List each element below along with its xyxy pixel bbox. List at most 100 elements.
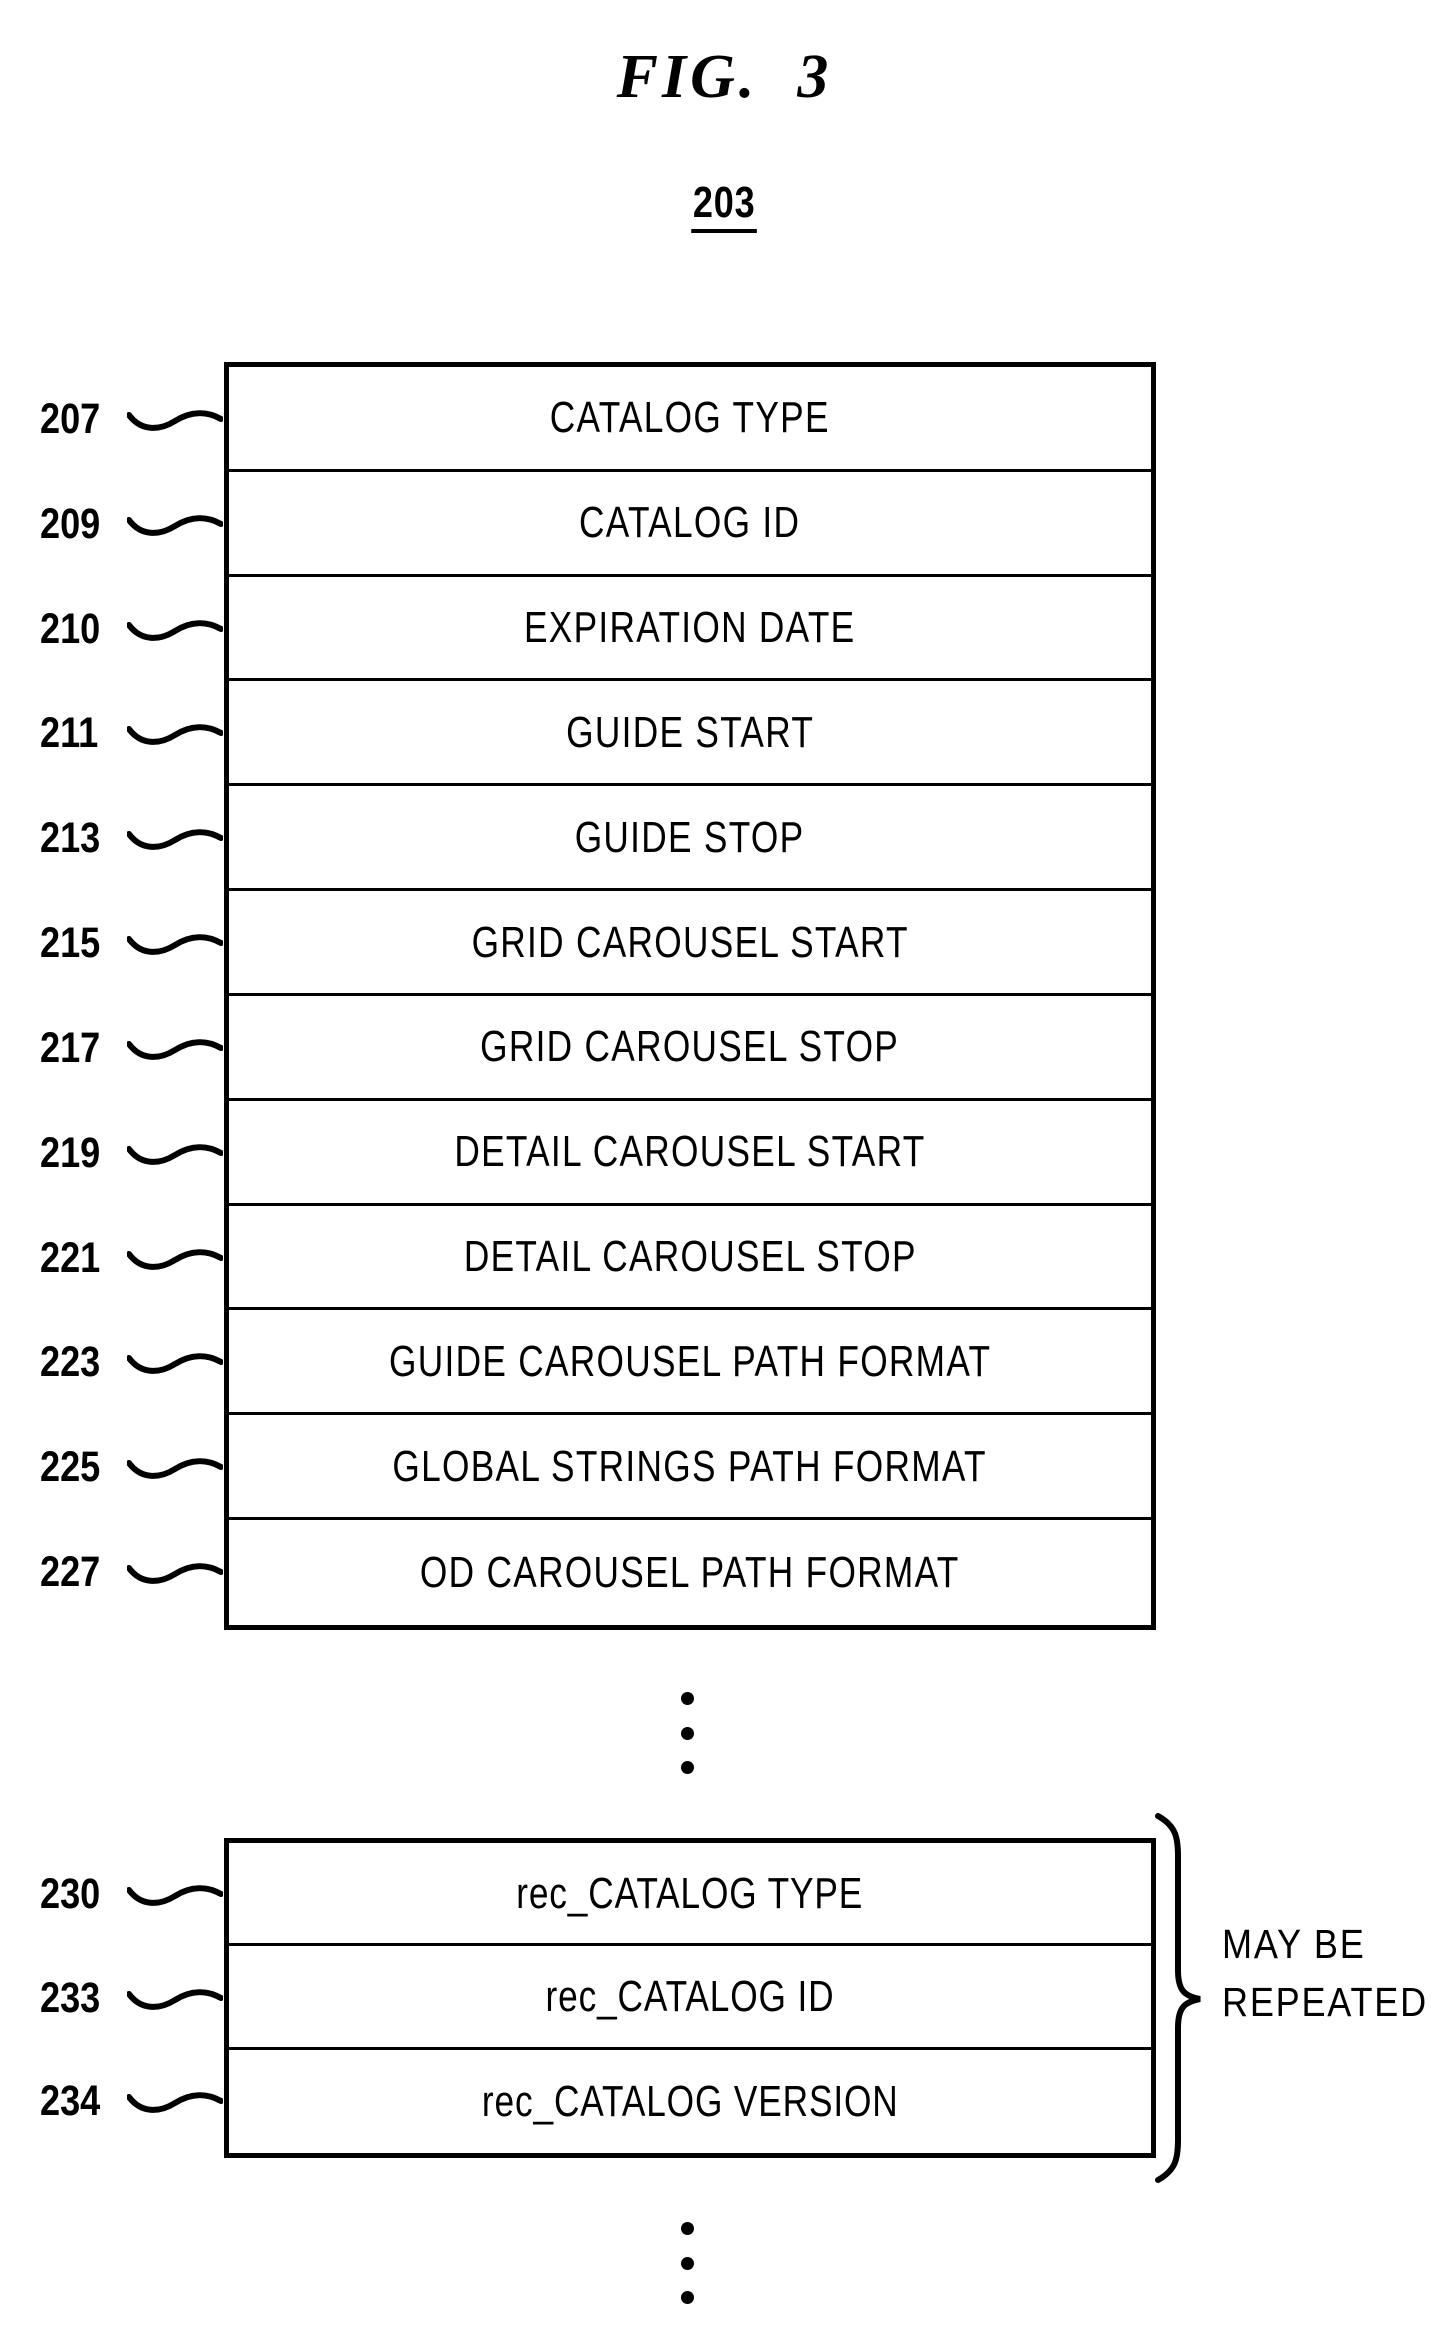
row-label: rec_CATALOG TYPE (516, 1868, 864, 1918)
leader-line-icon (126, 1039, 224, 1060)
reference-number: 209 (40, 499, 101, 548)
reference-number: 230 (40, 1870, 101, 1919)
reference-number: 213 (40, 814, 101, 863)
table-row: GUIDE STOP (229, 786, 1151, 892)
leader-line (126, 2079, 224, 2124)
row-label: GUIDE STOP (575, 812, 805, 862)
table-row: rec_CATALOG TYPE (229, 1843, 1151, 1947)
leader-line (126, 1340, 224, 1385)
row-label: GRID CAROUSEL START (471, 917, 909, 966)
leader-line-icon (126, 1988, 224, 2010)
ellipsis-dot (680, 2222, 694, 2235)
reference-callout: 211 (40, 704, 230, 764)
reference-callout: 210 (40, 599, 230, 659)
repeat-annotation-line-2: REPEATED (1222, 1979, 1428, 2026)
leader-line-icon (126, 829, 224, 850)
reference-number: 219 (40, 1128, 101, 1177)
leader-line (126, 711, 224, 756)
ellipsis-dot (680, 1692, 694, 1705)
table-row: GUIDE CAROUSEL PATH FORMAT (229, 1310, 1151, 1416)
leader-line (126, 1550, 224, 1595)
row-label: GUIDE CAROUSEL PATH FORMAT (388, 1336, 992, 1386)
ellipsis-dot (680, 2256, 694, 2270)
ellipsis-dot (680, 1726, 694, 1740)
reference-callout: 213 (40, 809, 230, 869)
leader-line-icon (126, 1458, 224, 1479)
table-row: CATALOG ID (229, 472, 1151, 577)
reference-callout: 234 (40, 2071, 230, 2131)
table-row: GLOBAL STRINGS PATH FORMAT (229, 1415, 1151, 1521)
row-label: EXPIRATION DATE (524, 602, 856, 652)
reference-callout: 217 (40, 1018, 230, 1078)
ellipsis-dot (680, 1761, 694, 1774)
reference-number: 227 (40, 1548, 101, 1597)
reference-callout: 233 (40, 1968, 230, 2028)
table-row: GRID CAROUSEL STOP (229, 996, 1151, 1101)
record-structure-table: rec_CATALOG TYPE rec_CATALOG ID rec_CATALO… (224, 1838, 1156, 2158)
leader-line-icon (126, 1353, 224, 1375)
leader-line (126, 921, 224, 966)
leader-line (126, 1131, 224, 1176)
leader-line (126, 397, 224, 442)
row-label: GRID CAROUSEL STOP (480, 1021, 900, 1071)
row-label: DETAIL CAROUSEL STOP (463, 1231, 917, 1281)
catalog-structure-table: CATALOG TYPE CATALOG ID EXPIRATION DATE GUI… (224, 362, 1156, 1630)
reference-callout: 227 (40, 1543, 230, 1603)
row-label: CATALOG TYPE (549, 392, 831, 442)
leader-line-icon (126, 410, 224, 431)
reference-number: 211 (40, 709, 99, 758)
leader-line (126, 1236, 224, 1281)
reference-number: 233 (40, 1973, 101, 2022)
row-label: OD CAROUSEL PATH FORMAT (420, 1547, 960, 1597)
reference-callout: 209 (40, 494, 230, 554)
reference-callout: 215 (40, 914, 230, 974)
table-row: DETAIL CAROUSEL STOP (229, 1206, 1151, 1311)
table-row: rec_CATALOG ID (229, 1946, 1151, 2050)
reference-number: 225 (40, 1443, 101, 1492)
figure-title: FIG. 3 (616, 43, 833, 111)
vertical-ellipsis-bottom (672, 2222, 702, 2304)
ellipsis-dot (680, 2291, 694, 2304)
figure-reference-value: 203 (691, 179, 758, 234)
table-row: OD CAROUSEL PATH FORMAT (229, 1520, 1151, 1625)
reference-number: 223 (40, 1338, 101, 1387)
reference-number: 215 (40, 919, 101, 968)
reference-number: 221 (40, 1233, 101, 1282)
reference-callout: 207 (40, 389, 230, 449)
table-row: EXPIRATION DATE (229, 577, 1151, 682)
repeat-brace-icon (1150, 1812, 1214, 2184)
table-row: DETAIL CAROUSEL START (229, 1101, 1151, 1206)
row-label: CATALOG ID (579, 497, 801, 547)
row-label: GUIDE START (565, 707, 814, 757)
repeat-annotation: MAY BE REPEATED (1222, 1915, 1442, 2031)
leader-line (126, 1872, 224, 1917)
leader-line-icon (126, 1563, 224, 1584)
row-label: GLOBAL STRINGS PATH FORMAT (392, 1441, 988, 1491)
leader-line-icon (126, 724, 224, 746)
leader-line-icon (126, 1248, 224, 1270)
reference-callout: 221 (40, 1228, 230, 1288)
leader-line-icon (126, 934, 224, 955)
table-row: CATALOG TYPE (229, 367, 1151, 472)
leader-line (126, 1445, 224, 1490)
reference-number: 210 (40, 604, 101, 653)
reference-callout: 219 (40, 1123, 230, 1183)
figure-reference-number: 203 (0, 179, 1449, 234)
leader-line (126, 1976, 224, 2021)
leader-line (126, 502, 224, 547)
reference-callout: 225 (40, 1438, 230, 1498)
table-row: GUIDE START (229, 681, 1151, 787)
table-row: rec_CATALOG VERSION (229, 2050, 1151, 2153)
leader-line-icon (126, 1144, 224, 1165)
leader-line (126, 816, 224, 861)
reference-number: 217 (40, 1023, 101, 1072)
repeat-annotation-line-1: MAY BE (1222, 1921, 1366, 1967)
table-row: GRID CAROUSEL START (229, 891, 1151, 996)
leader-line-icon (126, 515, 224, 536)
reference-callout: 223 (40, 1333, 230, 1393)
reference-number: 207 (40, 394, 101, 443)
leader-line-icon (126, 2092, 224, 2113)
row-label: rec_CATALOG VERSION (481, 2076, 899, 2126)
leader-line (126, 607, 224, 652)
reference-callout: 230 (40, 1865, 230, 1925)
